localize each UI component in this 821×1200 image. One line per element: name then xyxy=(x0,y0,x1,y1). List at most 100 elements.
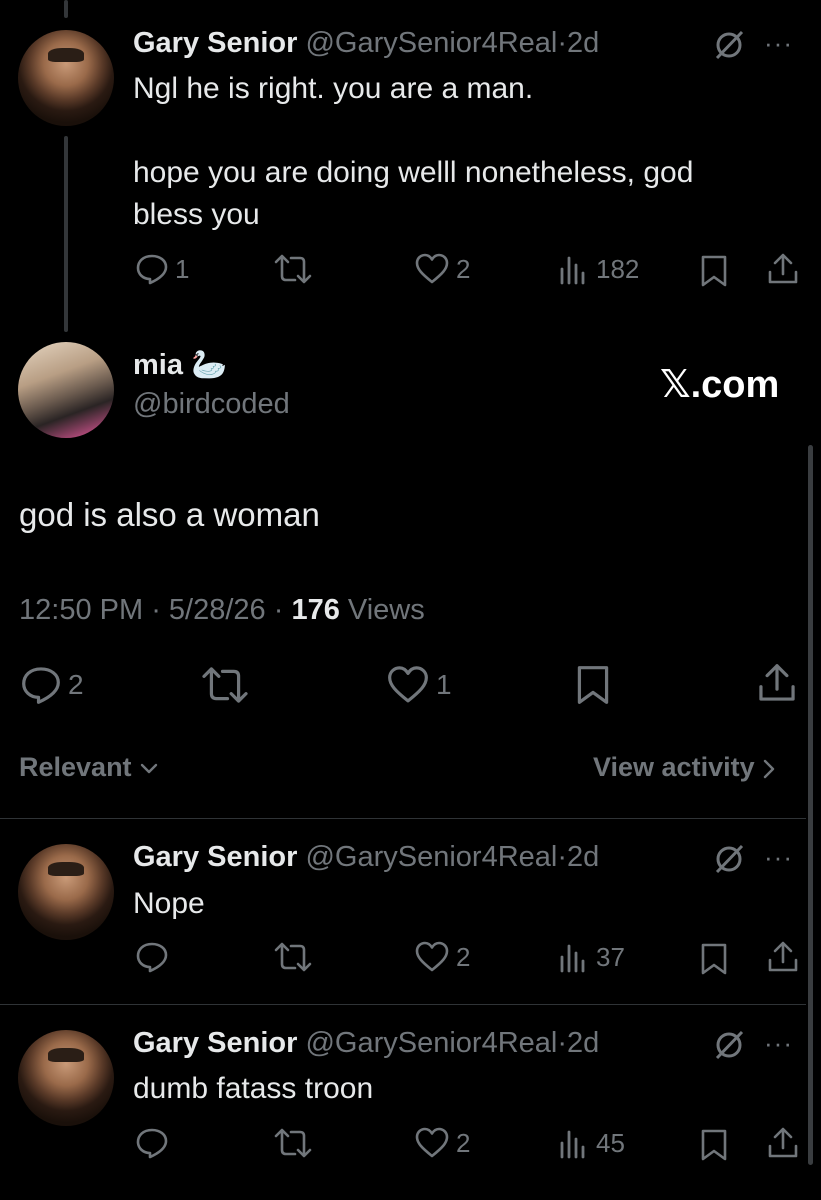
repost-button[interactable] xyxy=(273,252,313,286)
bookmark-icon[interactable] xyxy=(698,1128,730,1162)
tweet-text-line: hope you are doing welll nonetheless, go… xyxy=(133,156,694,189)
display-name[interactable]: Gary Senior xyxy=(133,1027,297,1059)
views-icon xyxy=(560,1130,585,1159)
like-button[interactable]: 2 xyxy=(414,940,470,974)
tweet-header: Gary Senior @GarySenior4Real·2d xyxy=(133,1027,599,1060)
user-handle[interactable]: @birdcoded xyxy=(133,388,290,421)
more-options-icon[interactable]: ··· xyxy=(764,1028,793,1059)
views-button[interactable]: 37 xyxy=(558,940,625,974)
heart-icon xyxy=(415,941,449,972)
scrollbar[interactable] xyxy=(808,445,813,1165)
repost-button[interactable] xyxy=(273,1126,313,1160)
repost-icon xyxy=(274,254,312,284)
heart-icon xyxy=(388,666,428,703)
tweet-time[interactable]: 12:50 PM xyxy=(19,594,143,626)
grok-icon[interactable] xyxy=(712,842,746,876)
repost-icon xyxy=(202,667,248,703)
divider xyxy=(0,818,806,819)
user-handle[interactable]: @GarySenior4Real xyxy=(305,1027,557,1059)
divider xyxy=(0,1004,806,1005)
views-count: 45 xyxy=(596,1127,625,1158)
tweet-text-line: Ngl he is right. you are a man. xyxy=(133,72,534,105)
like-button[interactable]: 2 xyxy=(414,252,470,286)
tweet-meta: 12:50 PM · 5/28/26 · 176 Views xyxy=(19,594,425,626)
reply-icon xyxy=(22,667,60,704)
view-activity-link[interactable]: View activity xyxy=(593,752,776,783)
reply-icon xyxy=(136,254,168,285)
reply-button[interactable]: 1 xyxy=(135,252,189,286)
share-icon[interactable] xyxy=(766,1126,800,1160)
display-name[interactable]: Gary Senior xyxy=(133,27,297,59)
separator-dot: · xyxy=(557,841,568,873)
tweet-text-line: bless you xyxy=(133,198,260,231)
separator-dot: · xyxy=(557,27,568,59)
more-options-icon[interactable]: ··· xyxy=(764,842,793,873)
reply-count: 1 xyxy=(175,253,190,284)
tweet-header: Gary Senior @GarySenior4Real·2d xyxy=(133,27,599,60)
reply-icon xyxy=(136,942,168,973)
avatar[interactable] xyxy=(18,1030,114,1126)
name-emoji: 🦢 xyxy=(191,349,228,381)
tweet-text: dumb fatass troon xyxy=(133,1072,374,1105)
like-button[interactable]: 2 xyxy=(414,1126,470,1160)
views-button[interactable]: 45 xyxy=(558,1126,625,1160)
more-options-icon[interactable]: ··· xyxy=(764,28,793,59)
share-icon[interactable] xyxy=(766,252,800,286)
views-count: 182 xyxy=(596,253,640,284)
sort-label: Relevant xyxy=(19,752,132,782)
reply-icon xyxy=(136,1128,168,1159)
chevron-down-icon xyxy=(140,763,158,774)
like-count: 2 xyxy=(456,941,471,972)
tweet-text: Ngl he is right. you are a man. hope you… xyxy=(133,68,793,236)
repost-icon xyxy=(274,942,312,972)
watermark: 𝕏.com xyxy=(660,364,780,406)
reply-button[interactable] xyxy=(135,940,169,974)
views-count: 37 xyxy=(596,941,625,972)
reply-button[interactable]: 2 xyxy=(20,664,84,706)
avatar[interactable] xyxy=(18,342,114,438)
user-handle[interactable]: @GarySenior4Real xyxy=(305,27,557,59)
sort-dropdown[interactable]: Relevant xyxy=(19,752,159,783)
timestamp[interactable]: 2d xyxy=(567,841,599,873)
display-name[interactable]: Gary Senior xyxy=(133,841,297,873)
timestamp[interactable]: 2d xyxy=(567,27,599,59)
user-handle[interactable]: @GarySenior4Real xyxy=(305,841,557,873)
tweet-text: Nope xyxy=(133,887,205,920)
bookmark-icon[interactable] xyxy=(573,664,613,706)
view-activity-label: View activity xyxy=(593,752,755,782)
reply-button[interactable] xyxy=(135,1126,169,1160)
separator-dot: · xyxy=(557,1027,568,1059)
views-icon xyxy=(560,256,585,285)
avatar[interactable] xyxy=(18,30,114,126)
bookmark-icon[interactable] xyxy=(698,254,730,288)
like-count: 2 xyxy=(456,253,471,284)
repost-icon xyxy=(274,1128,312,1158)
repost-button[interactable] xyxy=(200,664,250,706)
views-icon xyxy=(560,944,585,973)
like-button[interactable]: 1 xyxy=(386,664,452,706)
views-button[interactable]: 182 xyxy=(558,252,639,286)
bookmark-icon[interactable] xyxy=(698,942,730,976)
heart-icon xyxy=(415,253,449,284)
repost-button[interactable] xyxy=(273,940,313,974)
grok-icon[interactable] xyxy=(712,28,746,62)
tweet-header: Gary Senior @GarySenior4Real·2d xyxy=(133,841,599,874)
reply-count: 2 xyxy=(68,669,84,700)
main-author: mia 🦢 @birdcoded xyxy=(133,348,290,421)
avatar[interactable] xyxy=(18,844,114,940)
thread-line-mid xyxy=(64,136,68,332)
tweet-date[interactable]: 5/28/26 xyxy=(169,594,266,626)
display-name[interactable]: mia xyxy=(133,349,183,381)
share-icon[interactable] xyxy=(756,662,798,704)
grok-icon[interactable] xyxy=(712,1028,746,1062)
views-label: Views xyxy=(347,594,425,626)
heart-icon xyxy=(415,1127,449,1158)
views-count: 176 xyxy=(291,594,340,626)
main-tweet-text: god is also a woman xyxy=(19,496,320,533)
chevron-right-icon xyxy=(763,759,775,779)
like-count: 1 xyxy=(436,669,452,700)
timestamp[interactable]: 2d xyxy=(567,1027,599,1059)
thread-line-top xyxy=(64,0,68,18)
like-count: 2 xyxy=(456,1127,471,1158)
share-icon[interactable] xyxy=(766,940,800,974)
